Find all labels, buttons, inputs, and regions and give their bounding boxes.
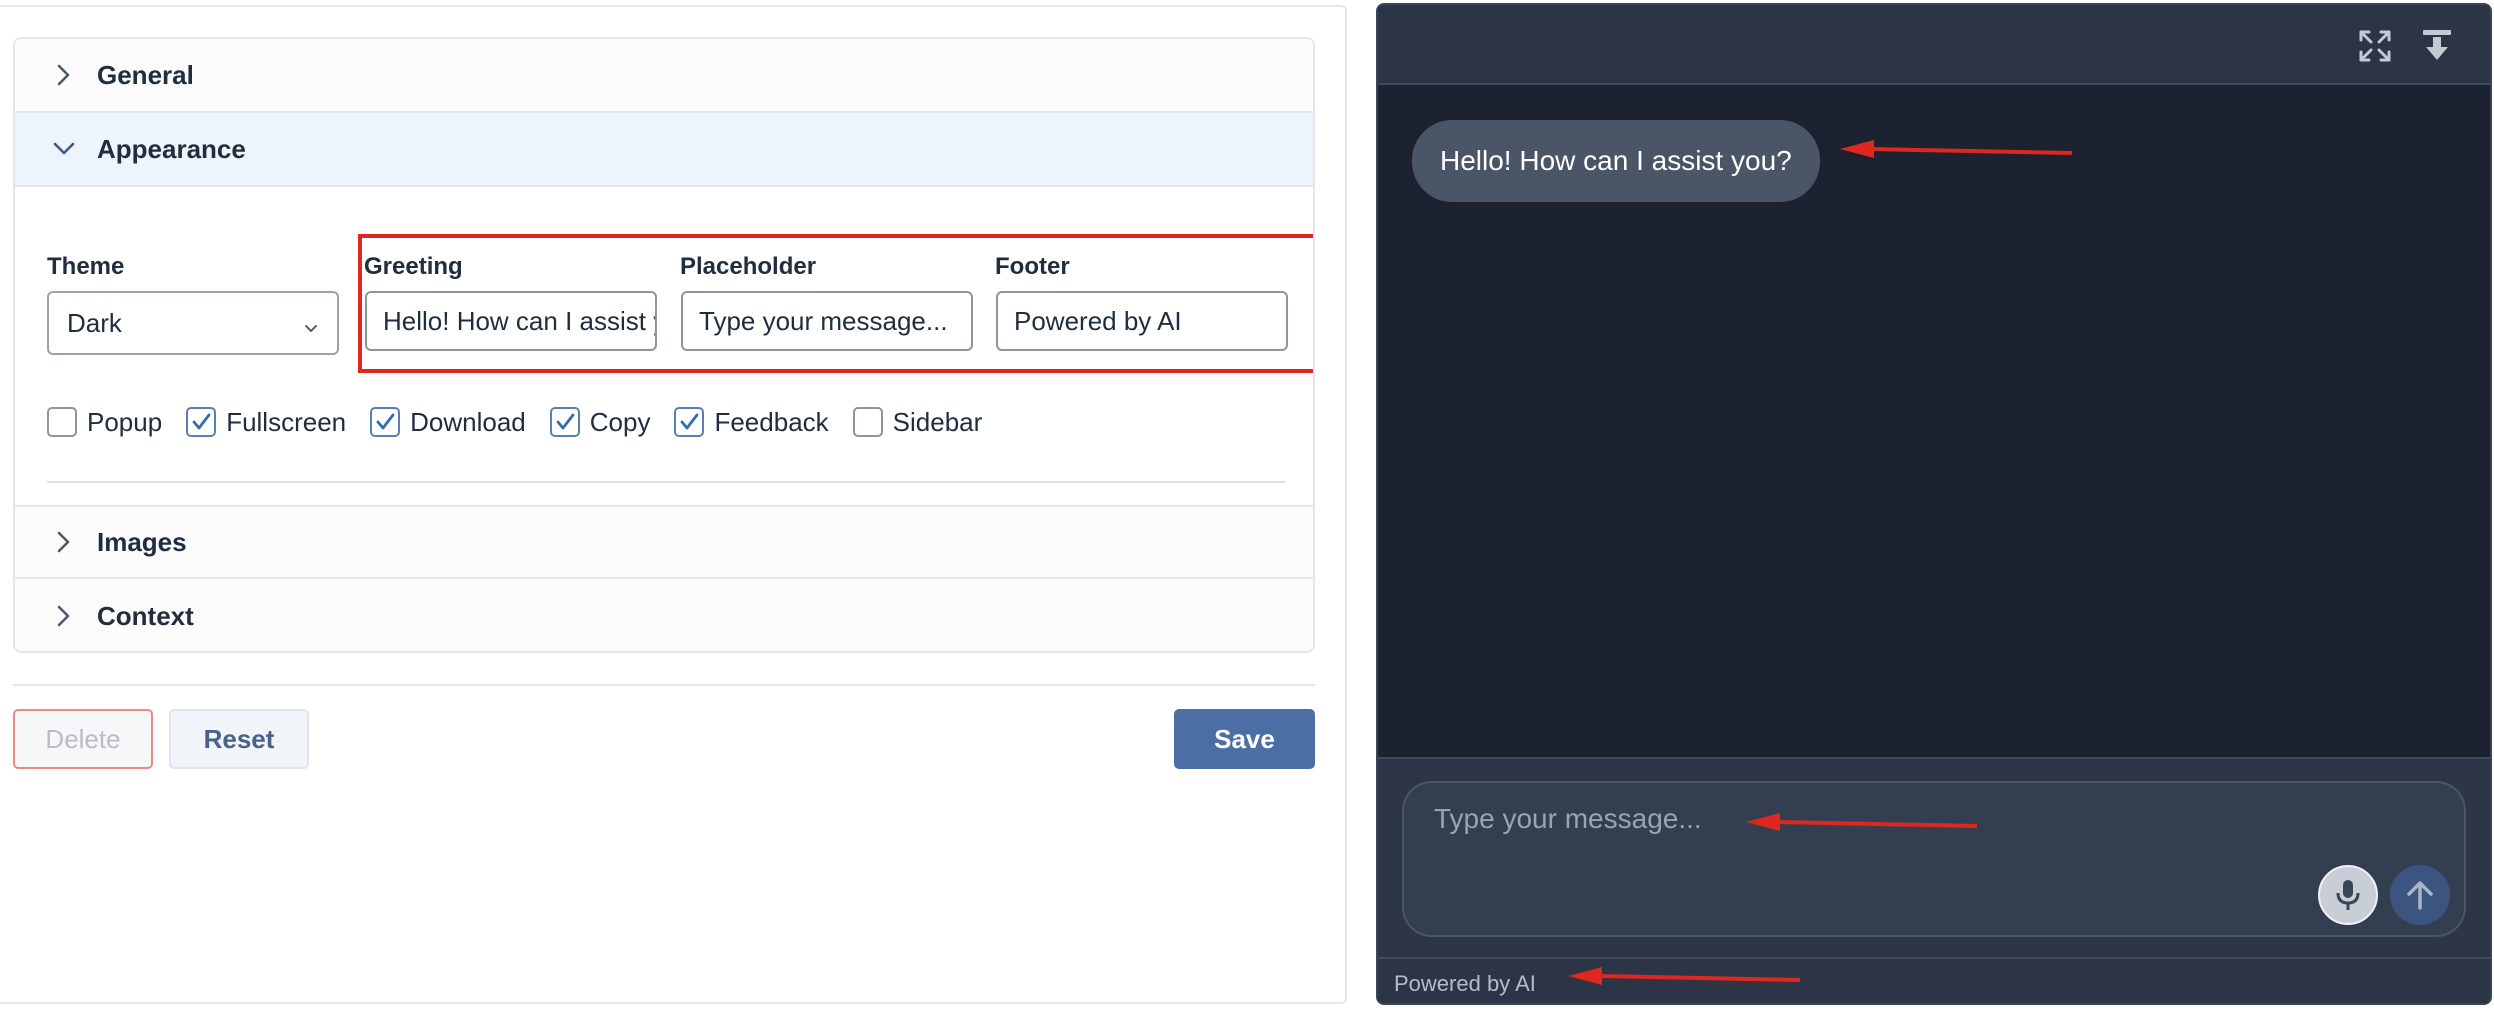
checkbox-unchecked[interactable] [852,407,883,437]
section-context-header[interactable]: Context [15,579,1313,651]
checkmark-icon[interactable] [370,407,401,437]
section-general-header[interactable]: General [15,39,1313,113]
fullscreen-checkbox[interactable]: Fullscreen [186,407,346,438]
chevron-down-icon [303,313,319,344]
appearance-body: Theme Dark Greeting Hello! How can I ass… [15,187,1313,505]
theme-label: Theme [47,253,125,280]
options-checkbox-row: Popup Fullscreen Download Copy Feedback … [47,402,1006,442]
section-general-label: General [97,59,194,90]
download-icon[interactable] [2418,27,2456,65]
section-divider [47,481,1285,483]
reset-button[interactable]: Reset [169,709,309,769]
popup-label: Popup [87,406,163,437]
sidebar-label: Sidebar [892,406,983,437]
chevron-right-icon [49,601,79,631]
checkbox-unchecked[interactable] [47,407,77,437]
popup-checkbox[interactable]: Popup [47,407,162,438]
copy-checkbox[interactable]: Copy [549,406,651,438]
chat-input-area: Type your message... [1378,757,2490,957]
save-button[interactable]: Save [1174,709,1315,769]
checkmark-icon[interactable] [186,407,217,437]
checkmark-icon[interactable] [549,407,580,437]
footer-text: Powered by AI [1394,971,1536,996]
settings-accordion: General Appearance Theme Dark Greeting H… [13,37,1315,653]
feedback-checkbox[interactable]: Feedback [674,406,829,438]
greeting-bubble: Hello! How can I assist you? [1412,120,1820,202]
send-button[interactable] [2390,865,2450,925]
chat-preview: Hello! How can I assist you? Type your m… [1376,3,2492,1005]
download-label: Download [410,406,526,437]
chevron-right-icon [49,60,79,90]
checkmark-icon[interactable] [674,407,705,437]
send-arrow-icon [2407,881,2433,910]
feedback-label: Feedback [714,406,829,437]
theme-select[interactable]: Dark [47,291,339,355]
footer-divider [13,684,1315,686]
message-input[interactable]: Type your message... [1402,781,2466,937]
microphone-icon [2336,880,2360,910]
fullscreen-icon[interactable] [2356,27,2394,65]
delete-button[interactable]: Delete [13,709,153,769]
section-appearance-header[interactable]: Appearance [15,113,1313,187]
message-placeholder: Type your message... [1434,803,1702,834]
chevron-down-icon [49,134,79,164]
chat-footer: Powered by AI [1378,957,2490,1003]
sidebar-checkbox[interactable]: Sidebar [852,406,983,438]
download-checkbox[interactable]: Download [370,407,526,438]
fullscreen-label: Fullscreen [226,406,347,437]
section-appearance-label: Appearance [97,133,246,164]
chevron-right-icon [49,527,79,557]
settings-panel: General Appearance Theme Dark Greeting H… [0,5,1347,1004]
section-context-label: Context [97,600,194,631]
annotation-highlight-box [358,234,1313,373]
copy-label: Copy [589,406,651,437]
section-images-header[interactable]: Images [15,505,1313,579]
microphone-button[interactable] [2318,865,2378,925]
chat-header [1378,5,2490,85]
section-images-label: Images [97,526,187,557]
theme-select-value: Dark [67,307,122,338]
